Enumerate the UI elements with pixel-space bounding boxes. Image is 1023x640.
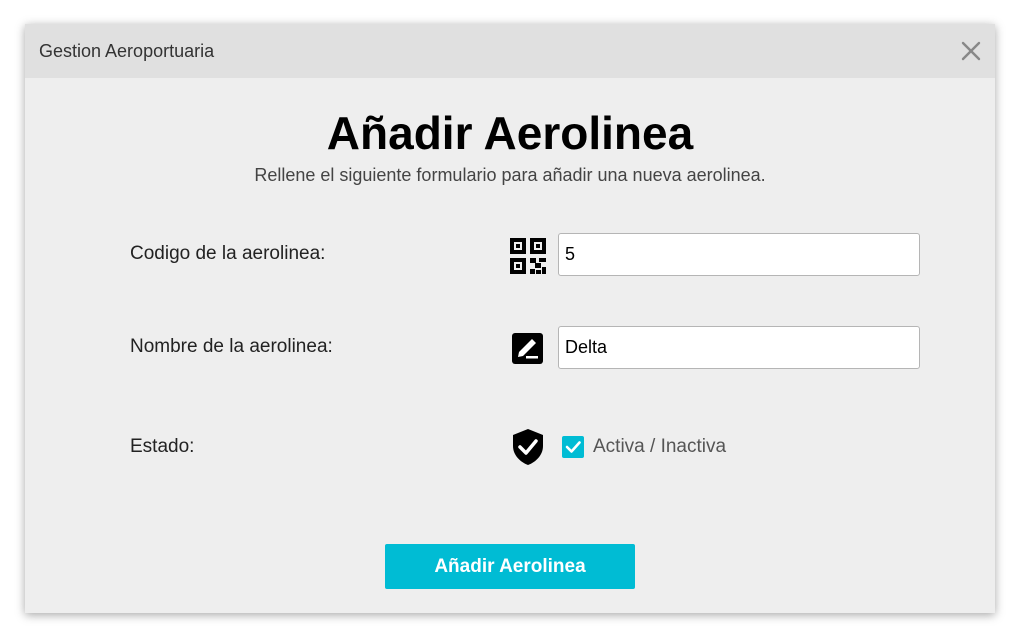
status-checkbox[interactable] (562, 436, 584, 458)
edit-icon (508, 329, 548, 369)
status-checkbox-label[interactable]: Activa / Inactiva (593, 436, 726, 458)
code-input[interactable] (558, 233, 920, 276)
dialog-window: Gestion Aeroportuaria Añadir Aerolinea R… (25, 24, 995, 613)
close-icon[interactable] (961, 41, 981, 61)
code-label: Codigo de la aerolinea: (130, 243, 326, 264)
name-label: Nombre de la aerolinea: (130, 336, 333, 357)
qr-code-icon (508, 236, 548, 276)
page-subtitle: Rellene el siguiente formulario para aña… (254, 165, 766, 185)
status-label: Estado: (130, 436, 195, 457)
add-airline-button[interactable]: Añadir Aerolinea (385, 544, 635, 589)
window-title: Gestion Aeroportuaria (39, 41, 215, 61)
shield-check-icon (508, 427, 548, 467)
title-bar: Gestion Aeroportuaria (25, 24, 995, 78)
name-input[interactable] (558, 326, 920, 369)
checkmark-icon (565, 441, 581, 453)
page-title: Añadir Aerolinea (326, 107, 694, 159)
